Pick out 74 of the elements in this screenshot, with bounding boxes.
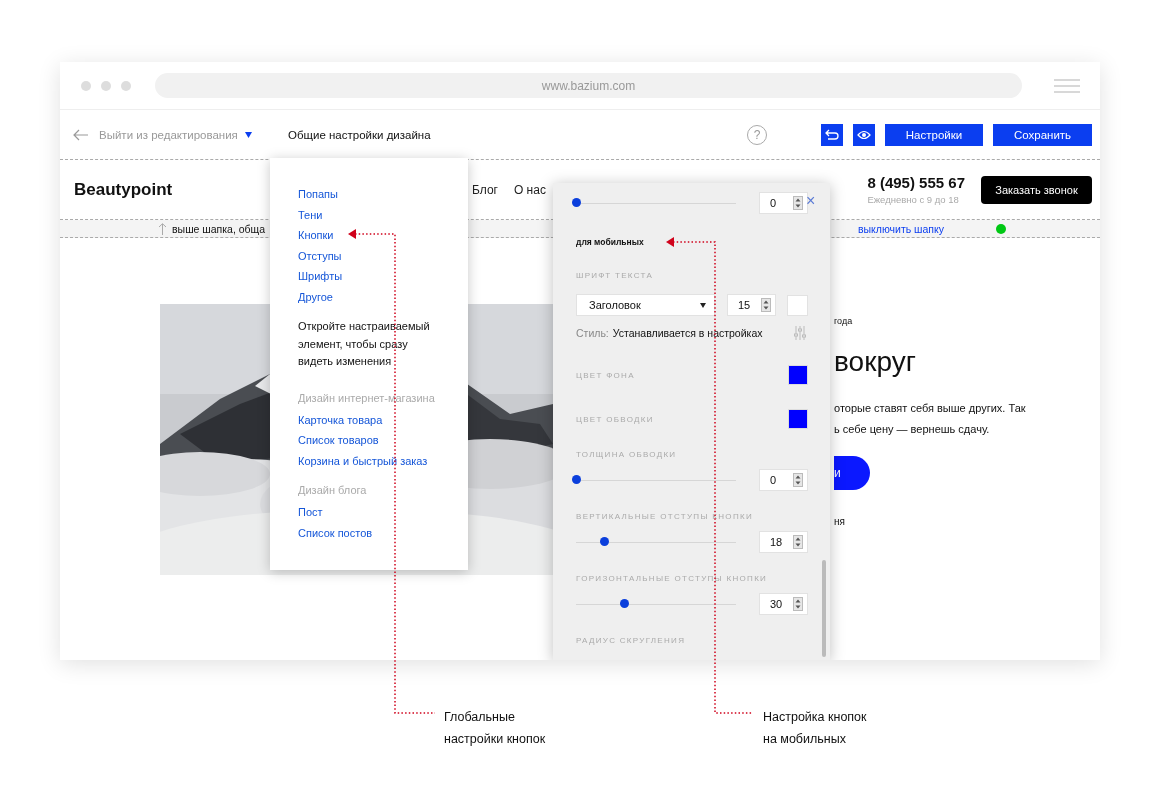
nav-link[interactable]: Блог xyxy=(472,182,498,197)
spinner-icon[interactable] xyxy=(793,597,803,611)
window-dot[interactable] xyxy=(121,80,131,91)
menu-link[interactable]: Другое xyxy=(298,286,333,307)
number-field[interactable]: 15 xyxy=(727,294,776,316)
toolbar-button[interactable]: Сохранить xyxy=(993,123,1092,146)
field-label: ШРИФТ ТЕКСТА xyxy=(576,271,655,282)
color-swatch[interactable] xyxy=(787,294,808,316)
close-button[interactable]: × xyxy=(806,193,816,209)
number-field[interactable]: 0 xyxy=(759,469,808,491)
annotation-text: Глобальные настройки кнопок xyxy=(444,709,547,748)
spinner-icon[interactable] xyxy=(793,473,803,487)
menu-link[interactable]: Тени xyxy=(298,204,323,225)
menu-link[interactable]: Список товаров xyxy=(298,430,379,451)
menu-link[interactable]: Корзина и быстрый заказ xyxy=(298,450,428,471)
number-field[interactable]: 30 xyxy=(759,593,808,615)
menu-link[interactable]: Попапы xyxy=(298,184,338,205)
menu-link[interactable]: Отступы xyxy=(298,245,342,266)
bar-text: выше шапка, обща xyxy=(172,222,266,235)
section-title: для мобильных xyxy=(576,236,645,249)
field-label: ТОЛЩИНА ОБВОДКИ xyxy=(576,450,678,461)
menu-heading: Дизайн блога xyxy=(298,483,367,498)
back-arrow-icon xyxy=(73,128,89,141)
sliders-icon[interactable] xyxy=(794,326,806,340)
window-dot[interactable] xyxy=(81,80,91,91)
undo-icon xyxy=(825,128,839,141)
field-label: ЦВЕТ ФОНА xyxy=(576,370,635,380)
slider-thumb[interactable] xyxy=(600,537,610,546)
font-dropdown[interactable]: Заголовок xyxy=(576,294,715,316)
window-dot[interactable] xyxy=(101,80,111,91)
spinner-icon[interactable] xyxy=(793,196,803,210)
slider-thumb[interactable] xyxy=(571,475,581,484)
field-label: ГОРИЗОНТАЛЬНЫЕ ОТСТУПЫ КНОПКИ xyxy=(576,574,769,585)
menu-link[interactable]: Пост xyxy=(298,502,323,523)
field-label: РАДИУС СКРУГЛЕНИЯ xyxy=(576,636,687,647)
spinner-icon[interactable] xyxy=(793,535,803,549)
spinner-icon[interactable] xyxy=(761,298,771,312)
toggle-header-link[interactable]: выключить шапку xyxy=(857,222,944,235)
slider-thumb[interactable] xyxy=(571,198,581,207)
menu-link[interactable]: Список постов xyxy=(298,522,373,543)
color-swatch[interactable] xyxy=(788,365,808,385)
toolbar-button[interactable]: Настройки xyxy=(885,123,983,146)
menu-hint: Откройте настраиваемый элемент, чтобы сразу видеть изменения xyxy=(298,319,431,369)
style-label: Стиль: xyxy=(576,327,609,339)
style-value: Устанавливается в настройках xyxy=(612,327,763,339)
slider-thumb[interactable] xyxy=(619,599,629,608)
annotation-text: Настройка кнопок на мобильных xyxy=(763,709,868,748)
caret-icon xyxy=(700,302,706,308)
scrollbar[interactable] xyxy=(822,560,826,657)
number-field[interactable]: 18 xyxy=(759,531,808,553)
hours-text: Ежедневно с 9 до 18 xyxy=(867,194,960,205)
status-dot xyxy=(996,223,1006,234)
hero-heading: вокруг xyxy=(834,346,917,378)
paragraph-line: оторые ставят себя выше других. Так xyxy=(834,401,1026,416)
nav-link[interactable]: О нас xyxy=(513,182,546,197)
paragraph-line: ь себе цену — вернешь сдачу. xyxy=(834,422,991,437)
caret-icon[interactable] xyxy=(245,131,252,138)
number-field[interactable]: 0 xyxy=(759,192,808,214)
field-label: ЦВЕТ ОБВОДКИ xyxy=(576,414,654,424)
menu-link[interactable]: Карточка товара xyxy=(298,409,383,430)
menu-title[interactable]: Общие настройки дизайна xyxy=(288,128,431,141)
hero-button[interactable]: и xyxy=(834,456,870,490)
callback-button[interactable]: Заказать звонок xyxy=(981,175,1092,204)
hero-note: ня xyxy=(834,516,846,527)
caption-text: года xyxy=(834,316,854,326)
color-swatch[interactable] xyxy=(788,409,808,429)
preview-button[interactable] xyxy=(853,123,875,146)
eye-icon xyxy=(857,128,871,141)
menu-link[interactable]: Шрифты xyxy=(298,266,343,287)
phone-number: 8 (495) 555 67 xyxy=(867,174,965,191)
menu-heading: Дизайн интернет-магазина xyxy=(298,390,435,406)
undo-button[interactable] xyxy=(821,123,843,146)
menu-link[interactable]: Кнопки xyxy=(298,225,334,246)
field-label: ВЕРТИКАЛЬНЫЕ ОТСТУПЫ КНОПКИ xyxy=(576,512,754,523)
